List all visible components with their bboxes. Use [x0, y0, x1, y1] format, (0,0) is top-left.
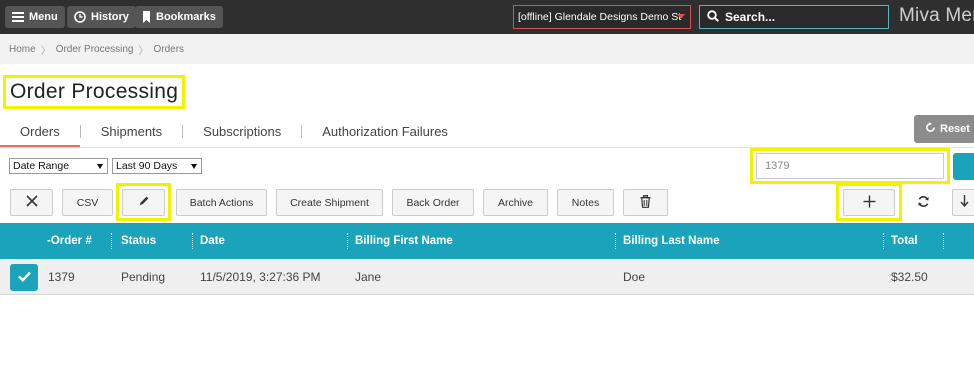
- tab-orders[interactable]: Orders: [0, 115, 80, 148]
- back-order-button[interactable]: Back Order: [392, 189, 474, 216]
- filter-field-select[interactable]: Date Range: [9, 158, 108, 174]
- tab-subscriptions[interactable]: Subscriptions: [183, 115, 301, 148]
- archive-label: Archive: [497, 196, 533, 209]
- create-shipment-button[interactable]: Create Shipment: [276, 189, 383, 216]
- notes-button[interactable]: Notes: [557, 189, 614, 216]
- breadcrumb: Home 〉 Order Processing 〉 Orders: [0, 34, 974, 64]
- history-label: History: [91, 11, 129, 23]
- tab-authorization-failures[interactable]: Authorization Failures: [302, 115, 468, 148]
- bookmarks-button[interactable]: Bookmarks: [135, 6, 223, 28]
- cell-total: $32.50: [891, 270, 928, 284]
- column-divider: [615, 233, 616, 249]
- tab-label: Subscriptions: [203, 124, 282, 139]
- menu-label: Menu: [29, 11, 58, 23]
- cell-billing-first-name: Jane: [355, 270, 382, 284]
- brand-logo: Miva Mer: [899, 5, 974, 26]
- batch-actions-button[interactable]: Batch Actions: [176, 189, 267, 216]
- search-submit-button[interactable]: [953, 153, 974, 180]
- csv-button[interactable]: CSV: [62, 189, 113, 216]
- order-search-input[interactable]: 1379: [756, 153, 944, 179]
- tab-shipments[interactable]: Shipments: [81, 115, 182, 148]
- top-bar: Menu History Bookmarks [offline] Glendal…: [0, 0, 974, 34]
- tab-bar: Orders Shipments Subscriptions Authoriza…: [0, 115, 468, 148]
- chevron-right-icon: 〉: [40, 45, 51, 57]
- tab-label: Shipments: [100, 124, 163, 139]
- edit-button[interactable]: [122, 189, 165, 216]
- store-select-value: [offline] Glendale Designs Demo St: [518, 11, 682, 23]
- hamburger-icon: [12, 12, 24, 22]
- clear-selection-button[interactable]: [10, 189, 53, 216]
- chevron-down-icon: [677, 14, 685, 19]
- column-divider: [347, 233, 348, 249]
- close-icon: [25, 195, 38, 210]
- sync-button[interactable]: [903, 189, 943, 216]
- filter-field-value: Date Range: [13, 160, 70, 172]
- page-title: Order Processing: [3, 75, 186, 109]
- column-header-order[interactable]: -Order #: [47, 223, 92, 259]
- trash-icon: [640, 194, 651, 211]
- reset-label: Reset: [940, 123, 970, 135]
- chevron-down-icon: [191, 164, 197, 169]
- search-icon: [707, 9, 719, 25]
- column-header-total[interactable]: Total: [891, 223, 918, 259]
- filter-range-value: Last 90 Days: [116, 160, 178, 172]
- refresh-icon: [925, 122, 936, 136]
- column-header-billing-first-name[interactable]: Billing First Name: [355, 223, 453, 259]
- table-header: -Order # Status Date Billing First Name …: [0, 223, 974, 259]
- checkmark-icon: [17, 271, 31, 285]
- column-divider: [192, 233, 193, 249]
- cell-billing-last-name: Doe: [623, 270, 646, 284]
- sync-icon: [917, 195, 930, 211]
- delete-button[interactable]: [623, 189, 668, 216]
- row-select-checkbox[interactable]: [10, 264, 38, 291]
- breadcrumb-home[interactable]: Home: [9, 44, 36, 55]
- column-header-date[interactable]: Date: [200, 223, 225, 259]
- notes-label: Notes: [571, 196, 600, 209]
- reset-button[interactable]: Reset: [914, 115, 974, 143]
- chevron-right-icon: 〉: [138, 45, 149, 57]
- store-select[interactable]: [offline] Glendale Designs Demo St: [513, 5, 691, 29]
- search-placeholder: Search...: [725, 10, 776, 24]
- column-divider: [943, 233, 944, 249]
- column-divider: [883, 233, 884, 249]
- batch-actions-label: Batch Actions: [189, 196, 254, 209]
- column-divider: [111, 233, 112, 249]
- menu-button[interactable]: Menu: [5, 6, 65, 28]
- cell-status: Pending: [121, 270, 166, 284]
- breadcrumb-orders: Orders: [153, 43, 185, 55]
- pencil-icon: [138, 195, 150, 210]
- global-search-input[interactable]: Search...: [699, 5, 889, 29]
- download-icon: [960, 195, 969, 210]
- csv-label: CSV: [76, 196, 99, 209]
- filter-range-select[interactable]: Last 90 Days: [112, 158, 202, 174]
- history-button[interactable]: History: [67, 6, 136, 28]
- clock-icon: [74, 11, 86, 23]
- cell-date: 11/5/2019, 3:27:36 PM: [200, 270, 321, 284]
- column-header-billing-last-name[interactable]: Billing Last Name: [623, 223, 720, 259]
- chevron-down-icon: [97, 164, 103, 169]
- table-row[interactable]: 1379 Pending 11/5/2019, 3:27:36 PM Jane …: [0, 259, 974, 295]
- breadcrumb-order-processing[interactable]: Order Processing: [56, 44, 134, 55]
- bookmark-icon: [142, 11, 151, 23]
- back-order-label: Back Order: [406, 196, 460, 209]
- bookmarks-label: Bookmarks: [156, 11, 216, 23]
- order-search-value: 1379: [765, 160, 790, 172]
- tab-label: Authorization Failures: [322, 124, 448, 139]
- column-header-status[interactable]: Status: [121, 223, 156, 259]
- download-button[interactable]: [952, 189, 974, 216]
- add-order-button[interactable]: [843, 189, 895, 216]
- cell-order-number: 1379: [48, 270, 75, 284]
- create-shipment-label: Create Shipment: [290, 196, 369, 209]
- archive-button[interactable]: Archive: [483, 189, 548, 216]
- plus-icon: [863, 195, 876, 211]
- tab-label: Orders: [20, 124, 60, 139]
